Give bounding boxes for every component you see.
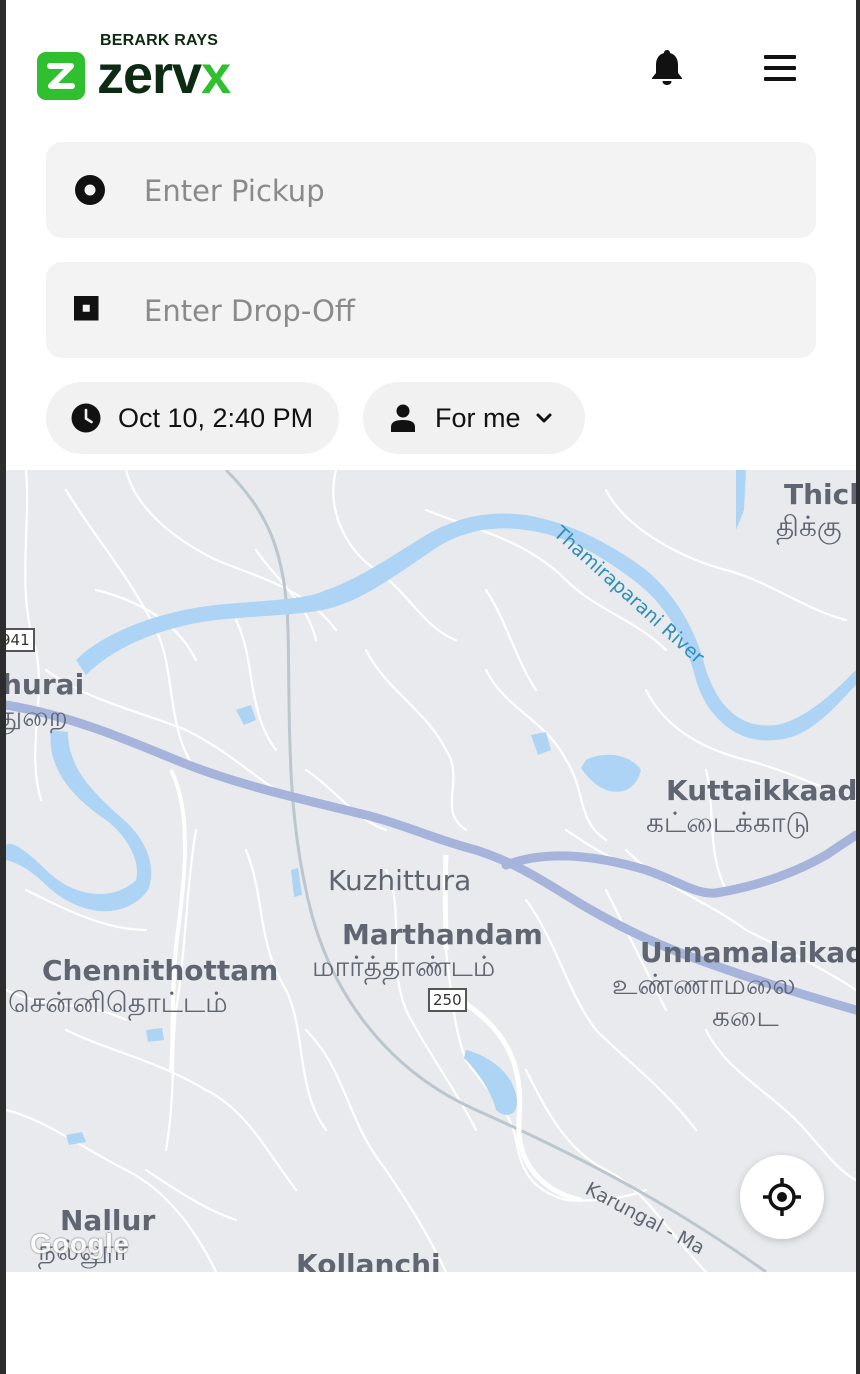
map-label-chennithottam-en: Chennithottam [42,954,279,987]
map-label-kuzhittura: Kuzhittura [328,864,472,897]
map-label-marthandam-en: Marthandam [342,918,543,951]
map-label-thurai-ta: துறை [6,700,68,733]
pickup-input[interactable] [142,166,786,216]
pickup-dot-icon [75,175,105,205]
map-label-thick-en: Thick [784,478,856,511]
notifications-button[interactable] [644,44,690,90]
map-label-thick-ta: திக்கு [776,510,842,543]
map-road-shield-941: 941 [6,628,35,652]
schedule-time-label: Oct 10, 2:40 PM [118,402,314,433]
map-road-shield-250: 250 [428,988,467,1012]
schedule-time-chip[interactable]: Oct 10, 2:40 PM [46,382,339,454]
map-label-kuttaikkaad-en: Kuttaikkaad [666,774,856,807]
map-label-thurai-en: hurai [6,668,85,701]
logo-mark-icon [37,52,85,100]
dropoff-field[interactable] [46,262,816,358]
pickup-field[interactable] [46,142,816,238]
logo-word-accent: x [201,45,231,105]
locate-me-button[interactable] [740,1155,824,1239]
app-screen: BERARK RAYS zervx Enter Pickup Enter Dro… [0,0,860,1374]
map-view[interactable]: Thick திக்கு Thamiraparani River 941 hur… [6,470,856,1272]
map-label-kollanchi: Kollanchi [296,1248,441,1272]
dropoff-square-icon [74,296,99,321]
bell-icon [652,50,682,85]
map-label-marthandam-ta: மார்த்தாண்டம் [312,950,496,983]
person-icon [387,402,419,434]
hamburger-menu-icon [764,55,796,81]
logo-word-main: zerv [97,45,202,105]
clock-icon [70,402,102,434]
menu-button[interactable] [756,46,804,90]
map-label-unnamalai-ta2: கடை [712,1000,779,1033]
rider-select-chip[interactable]: For me [363,382,585,454]
map-label-unnamalai-en: Unnamalaikada [640,936,856,969]
dropoff-input[interactable] [142,286,786,336]
map-label-chennithottam-ta: சென்னிதொட்டம் [8,986,228,1019]
logo-wordmark: zervx [97,44,231,106]
brand-logo: BERARK RAYS zervx [37,30,267,105]
chevron-down-icon [536,413,552,423]
rider-label: For me [435,402,521,433]
google-attribution: Google [30,1228,130,1259]
crosshair-locate-icon [763,1178,801,1216]
map-label-kuttaikkaad-ta: கட்டைக்காடு [646,806,811,839]
screen-edge-right [856,0,860,1374]
